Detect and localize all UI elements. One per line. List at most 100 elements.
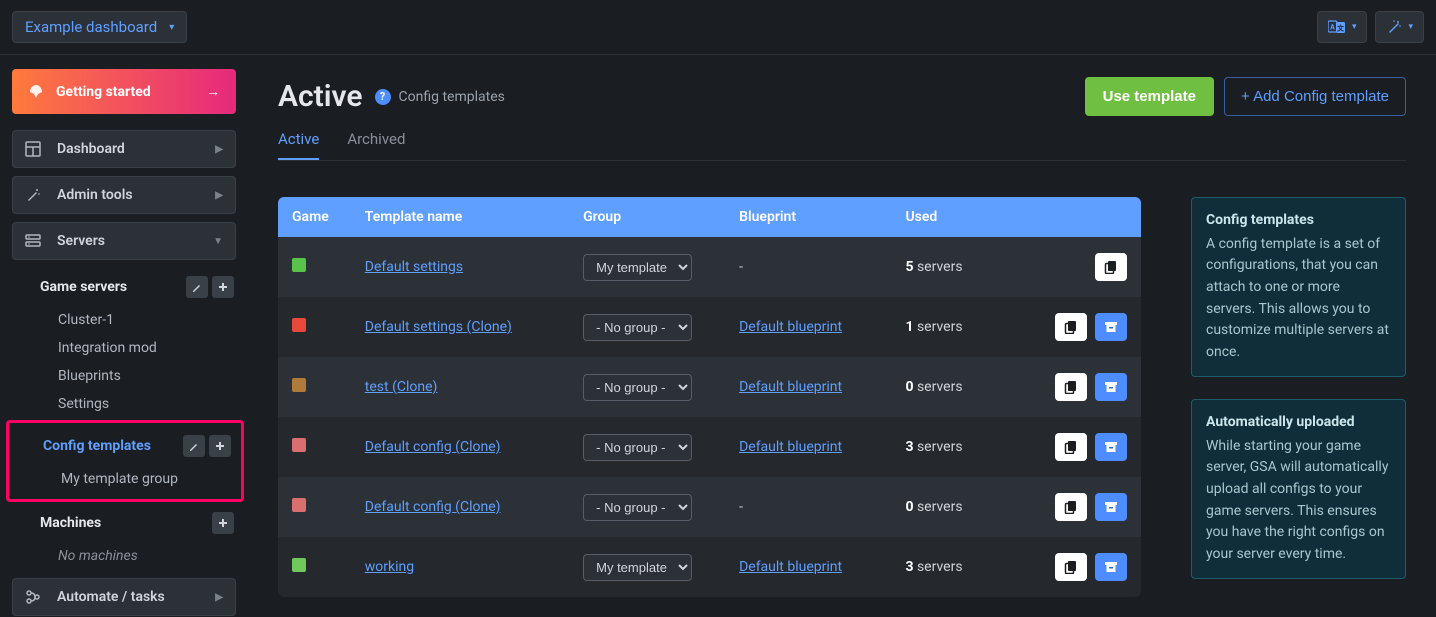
info-title: Config templates	[1206, 210, 1391, 232]
archive-icon	[1104, 560, 1118, 574]
sidebar-item-cluster1[interactable]: Cluster-1	[14, 306, 236, 334]
sidebar: Getting started → Dashboard ▶ Admin tool…	[0, 55, 248, 617]
group-select[interactable]: My template- No group -	[583, 554, 692, 581]
wand-icon	[25, 187, 43, 203]
copy-button[interactable]	[1095, 253, 1127, 281]
row-actions	[1041, 493, 1127, 521]
row-actions	[1041, 253, 1127, 281]
nav-automate-label: Automate / tasks	[57, 589, 165, 605]
row-actions	[1041, 553, 1127, 581]
server-icon	[25, 233, 43, 249]
template-link[interactable]: test (Clone)	[365, 379, 438, 395]
col-group: Group	[569, 197, 725, 237]
row-actions	[1041, 313, 1127, 341]
blueprint-link[interactable]: Default blueprint	[739, 379, 842, 395]
tab-archived[interactable]: Archived	[347, 130, 405, 160]
row-actions	[1041, 433, 1127, 461]
pencil-icon	[188, 440, 200, 452]
getting-started-button[interactable]: Getting started →	[12, 69, 236, 114]
copy-button[interactable]	[1055, 433, 1087, 461]
sidebar-item-blueprints[interactable]: Blueprints	[14, 362, 236, 390]
content-row: Game Template name Group Blueprint Used …	[278, 197, 1406, 597]
nav-servers-label: Servers	[57, 233, 105, 249]
sidebar-item-no-machines: No machines	[14, 542, 236, 570]
help-icon[interactable]: ?	[375, 89, 391, 105]
page-header: Active ? Config templates Use template +…	[278, 77, 1406, 116]
template-link[interactable]: working	[365, 559, 414, 575]
archive-button[interactable]	[1095, 493, 1127, 521]
blueprint-link[interactable]: Default blueprint	[739, 319, 842, 335]
wand-icon	[1386, 19, 1402, 35]
group-select[interactable]: My template- No group -	[583, 434, 692, 461]
archive-button[interactable]	[1095, 553, 1127, 581]
copy-button[interactable]	[1055, 373, 1087, 401]
edit-button[interactable]	[186, 276, 208, 298]
copy-icon	[1104, 260, 1118, 274]
blueprint-link[interactable]: Default blueprint	[739, 559, 842, 575]
add-button[interactable]	[212, 512, 234, 534]
template-link[interactable]: Default config (Clone)	[365, 439, 501, 455]
group-select[interactable]: My template- No group -	[583, 374, 692, 401]
table-row: test (Clone) My template- No group - Defau…	[278, 357, 1141, 417]
archive-icon	[1104, 440, 1118, 454]
chevron-right-icon: ▶	[215, 190, 223, 201]
tab-active[interactable]: Active	[278, 130, 319, 160]
template-link[interactable]: Default settings	[365, 259, 463, 275]
row-actions	[1041, 373, 1127, 401]
archive-icon	[1104, 320, 1118, 334]
game-icon	[292, 558, 306, 572]
blueprint-none: -	[739, 259, 743, 275]
nav-dashboard[interactable]: Dashboard ▶	[12, 130, 236, 168]
nav-automate[interactable]: Automate / tasks ▶	[12, 578, 236, 616]
copy-icon	[1064, 500, 1078, 514]
arrow-right-icon: →	[206, 83, 220, 100]
info-body: A config template is a set of configurat…	[1206, 236, 1389, 360]
game-servers-head[interactable]: Game servers	[14, 268, 236, 306]
group-select[interactable]: My template- No group -	[583, 494, 692, 521]
add-config-button[interactable]: + Add Config template	[1224, 77, 1406, 116]
archive-button[interactable]	[1095, 313, 1127, 341]
branch-icon	[25, 589, 43, 605]
config-templates-label: Config templates	[43, 438, 151, 454]
group-select[interactable]: My template- No group -	[583, 254, 692, 281]
sidebar-item-settings[interactable]: Settings	[14, 390, 236, 418]
edit-button[interactable]	[183, 435, 205, 457]
archive-button[interactable]	[1095, 373, 1127, 401]
copy-button[interactable]	[1055, 493, 1087, 521]
add-button[interactable]	[209, 435, 231, 457]
use-template-button[interactable]: Use template	[1085, 77, 1214, 116]
add-button[interactable]	[212, 276, 234, 298]
config-templates-highlight: Config templates My template group	[6, 420, 244, 502]
chevron-right-icon: ▶	[215, 592, 223, 603]
used-count: 3 servers	[905, 559, 962, 575]
copy-button[interactable]	[1055, 553, 1087, 581]
plus-icon	[217, 517, 229, 529]
plus-icon	[214, 440, 226, 452]
machines-head[interactable]: Machines	[14, 504, 236, 542]
dashboard-select[interactable]: Example dashboard ▾	[12, 11, 187, 43]
group-select[interactable]: My template- No group -	[583, 314, 692, 341]
page-title: Active	[278, 79, 363, 114]
pencil-icon	[191, 281, 203, 293]
nav-admin-tools[interactable]: Admin tools ▶	[12, 176, 236, 214]
col-blueprint: Blueprint	[725, 197, 891, 237]
rocket-icon	[28, 84, 44, 100]
col-actions	[1027, 197, 1141, 237]
copy-button[interactable]	[1055, 313, 1087, 341]
copy-icon	[1064, 440, 1078, 454]
info-title: Automatically uploaded	[1206, 412, 1391, 434]
sidebar-item-integration-mod[interactable]: Integration mod	[14, 334, 236, 362]
nav-servers[interactable]: Servers ▼	[12, 222, 236, 260]
template-link[interactable]: Default config (Clone)	[365, 499, 501, 515]
game-icon	[292, 498, 306, 512]
template-link[interactable]: Default settings (Clone)	[365, 319, 512, 335]
magic-button[interactable]: ▾	[1375, 11, 1424, 43]
sidebar-item-my-template-group[interactable]: My template group	[17, 465, 233, 493]
main: Active ? Config templates Use template +…	[248, 55, 1436, 617]
config-templates-head[interactable]: Config templates	[17, 427, 233, 465]
translate-button[interactable]: A 文 ▾	[1317, 11, 1368, 43]
game-icon	[292, 378, 306, 392]
blueprint-link[interactable]: Default blueprint	[739, 439, 842, 455]
nav-admin-tools-label: Admin tools	[57, 187, 133, 203]
archive-button[interactable]	[1095, 433, 1127, 461]
